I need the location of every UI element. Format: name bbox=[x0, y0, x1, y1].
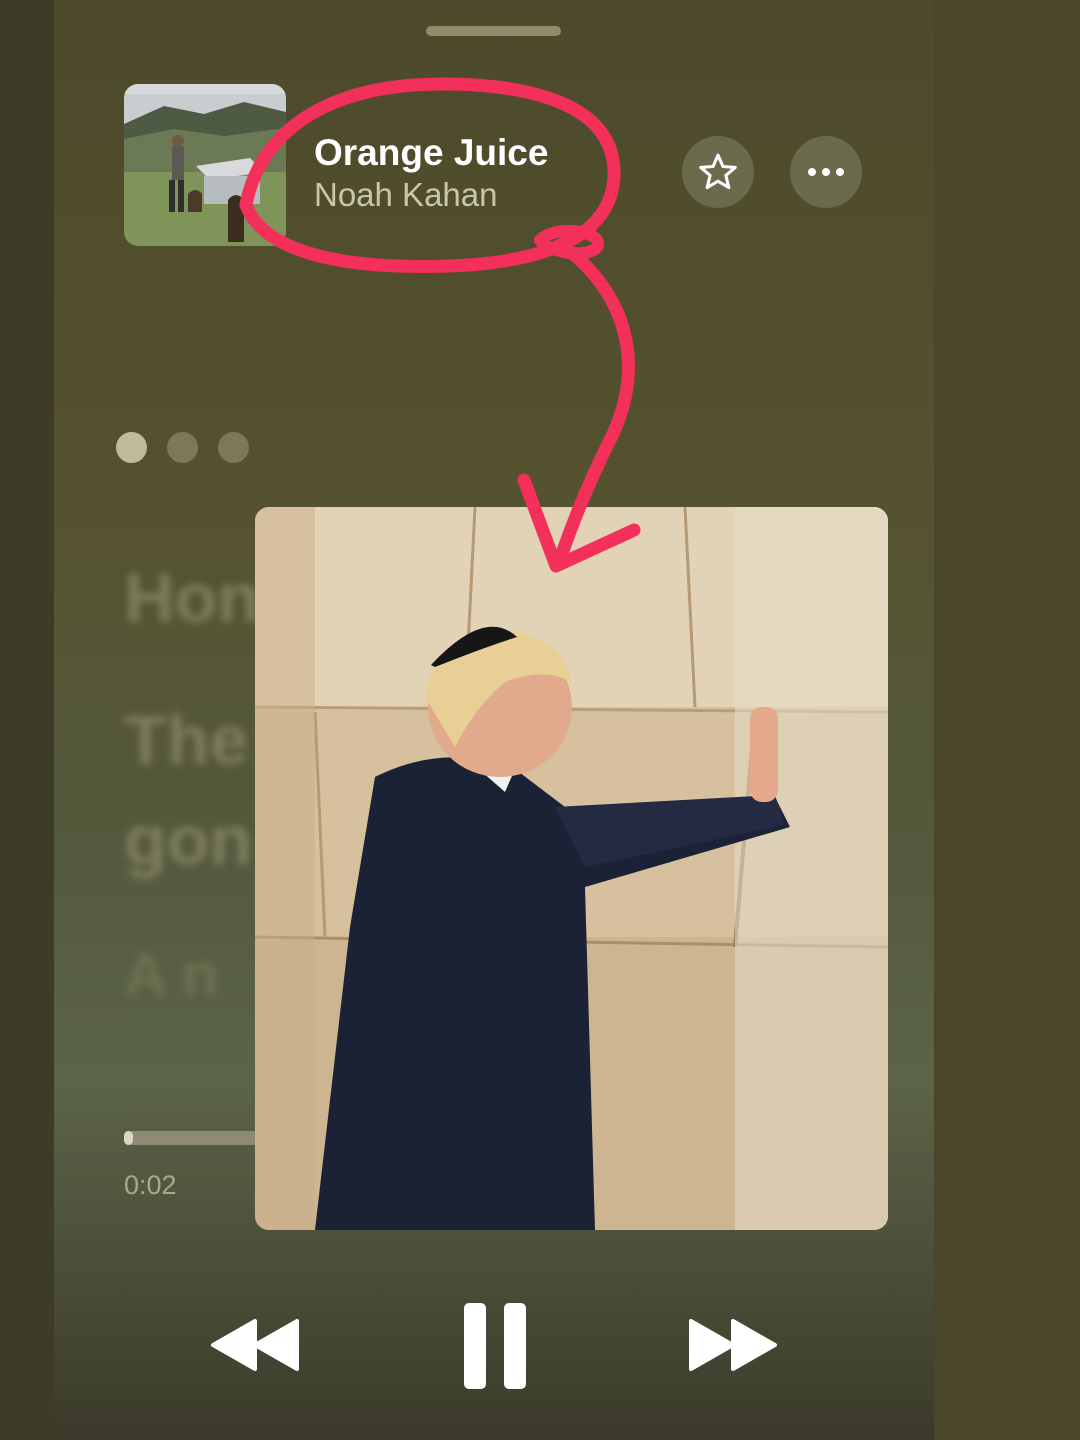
sheet-grabber[interactable] bbox=[426, 26, 561, 36]
pause-icon bbox=[464, 1303, 526, 1389]
forward-icon bbox=[689, 1319, 777, 1371]
ellipsis-icon bbox=[808, 168, 844, 176]
overlay-photo-image bbox=[255, 507, 888, 1230]
album-artwork-image bbox=[124, 84, 286, 246]
forward-button[interactable] bbox=[683, 1310, 783, 1380]
star-icon bbox=[699, 153, 737, 190]
rewind-button[interactable] bbox=[205, 1310, 305, 1380]
favorite-button[interactable] bbox=[682, 136, 754, 208]
more-options-button[interactable] bbox=[790, 136, 862, 208]
page-dot bbox=[218, 432, 249, 463]
lyric-line[interactable]: gon bbox=[124, 800, 252, 880]
pause-button[interactable] bbox=[455, 1300, 535, 1392]
backward-icon bbox=[211, 1319, 299, 1371]
song-title[interactable]: Orange Juice bbox=[314, 132, 548, 174]
lyric-line[interactable]: Hon bbox=[124, 558, 260, 638]
background-right bbox=[934, 0, 1080, 1440]
page-dot-active bbox=[116, 432, 147, 463]
overlay-photo bbox=[255, 507, 888, 1230]
background-left bbox=[0, 0, 54, 1440]
page-dot bbox=[167, 432, 198, 463]
elapsed-time: 0:02 bbox=[124, 1170, 177, 1200]
album-artwork[interactable] bbox=[124, 84, 286, 246]
lyric-line[interactable]: The bbox=[124, 700, 248, 780]
song-artist[interactable]: Noah Kahan bbox=[314, 176, 497, 214]
progress-fill bbox=[124, 1131, 134, 1145]
lyric-line[interactable]: A n bbox=[124, 940, 218, 1009]
